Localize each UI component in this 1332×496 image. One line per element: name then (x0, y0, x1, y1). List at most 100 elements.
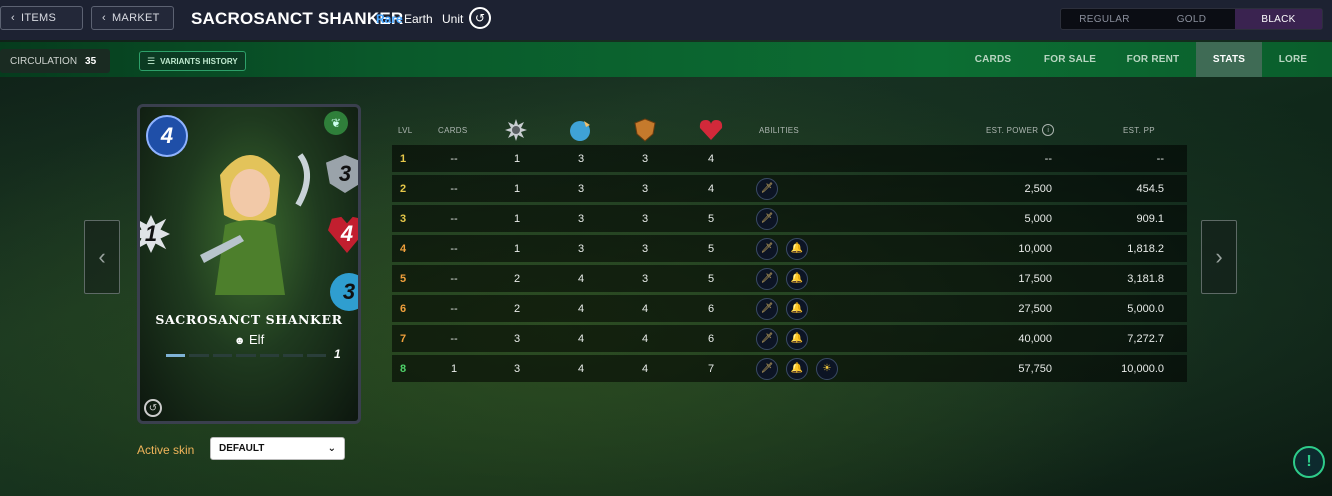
health-icon (698, 118, 724, 142)
tribe-label: Elf (249, 332, 265, 347)
unit-icon: ↺ (144, 399, 162, 417)
level-cell: 7 (400, 332, 407, 345)
armor-cell: 3 (641, 152, 649, 165)
items-back-label: ITEMS (20, 12, 57, 24)
dagger-ability-icon[interactable]: 🗡 (756, 327, 778, 350)
dagger-ability-icon[interactable]: 🗡 (756, 207, 778, 230)
chevron-down-icon: ⌄ (327, 443, 336, 454)
level-cell: 3 (400, 212, 407, 225)
chevron-right-icon: › (1215, 244, 1223, 269)
est-pp-cell: 10,000.0 (1121, 362, 1164, 375)
armor-stat: 3 (326, 155, 358, 193)
abilities-cell: 🗡 🔔 ☀ (756, 355, 886, 382)
dagger-ability-icon[interactable]: 🗡 (756, 357, 778, 380)
card-name: SACROSANCT SHANKER (155, 312, 343, 327)
armor-cell: 4 (641, 302, 649, 315)
health-cell: 4 (707, 152, 715, 165)
abilities-cell: 🗡 (756, 205, 886, 232)
active-skin-select[interactable]: DEFAULT ⌄ (210, 437, 345, 460)
speed-cell: 3 (577, 212, 585, 225)
abilities-cell: 🗡 🔔 (756, 235, 886, 262)
est-power-cell: 17,500 (1018, 272, 1052, 285)
level-cell: 5 (400, 272, 407, 285)
foil-regular[interactable]: REGULAR (1061, 9, 1148, 29)
speed-stat: 3 (330, 273, 358, 311)
circulation-badge: CIRCULATION 35 (0, 49, 110, 73)
card-image: 4 ❦ 3 1 4 3 SACROSANCT SHANKER ☻ Elf 1 ↺ (137, 104, 361, 424)
level-cell: 6 (400, 302, 407, 315)
variants-history-button[interactable]: ☰ VARIANTS HISTORY (139, 51, 246, 71)
speed-cell: 4 (577, 272, 585, 285)
melee-attack-stat: 1 (140, 215, 170, 253)
health-cell: 5 (707, 242, 715, 255)
health-cell: 7 (707, 362, 715, 375)
cards-cell: -- (450, 152, 458, 165)
bell-ability-icon[interactable]: 🔔 (786, 327, 808, 350)
est-power-cell: 40,000 (1018, 332, 1052, 345)
next-card-button[interactable]: › (1201, 220, 1237, 294)
active-skin-value: DEFAULT (219, 443, 265, 454)
dagger-ability-icon[interactable]: 🗡 (756, 297, 778, 320)
attack-cell: 2 (513, 272, 521, 285)
stats-header-row: LVL CARDS ABILITIES EST. POWER i EST. PP (392, 118, 1187, 142)
est-pp-cell: 5,000.0 (1127, 302, 1164, 315)
market-back-label: MARKET (111, 12, 160, 24)
level-progress-segment (212, 354, 233, 357)
speed-cell: 4 (577, 302, 585, 315)
est-power-cell: 57,750 (1018, 362, 1052, 375)
foil-black[interactable]: BLACK (1235, 9, 1322, 29)
list-icon: ☰ (147, 55, 156, 66)
table-row: 5 -- 2 4 3 5 17,500 3,181.8 🗡 🔔 (392, 265, 1187, 292)
est-power-cell: -- (1044, 152, 1052, 165)
foil-gold[interactable]: GOLD (1148, 9, 1235, 29)
health-stat: 4 (328, 216, 358, 253)
tab-for-rent[interactable]: FOR RENT (1117, 42, 1189, 77)
speed-cell: 3 (577, 152, 585, 165)
armor-cell: 3 (641, 182, 649, 195)
sun-ability-icon[interactable]: ☀ (816, 357, 838, 380)
earth-element-icon: ❦ (324, 111, 348, 135)
dagger-ability-icon[interactable]: 🗡 (756, 267, 778, 290)
armor-cell: 3 (641, 272, 649, 285)
attack-cell: 3 (513, 362, 521, 375)
tab-lore[interactable]: LORE (1264, 42, 1322, 77)
abilities-cell (756, 145, 886, 172)
level-progress-segment (189, 354, 209, 357)
bell-ability-icon[interactable]: 🔔 (786, 267, 808, 290)
elf-character-art (200, 153, 310, 295)
level-progress-segment (306, 354, 326, 357)
stats-table: LVL CARDS ABILITIES EST. POWER i EST. PP… (392, 118, 1187, 382)
tab-for-sale[interactable]: FOR SALE (1035, 42, 1105, 77)
level-cell: 4 (400, 242, 407, 255)
tab-stats[interactable]: STATS (1196, 42, 1262, 77)
abilities-cell: 🗡 (756, 175, 886, 202)
header-abilities: ABILITIES (759, 125, 800, 135)
attack-cell: 1 (513, 242, 521, 255)
dagger-ability-icon[interactable]: 🗡 (756, 237, 778, 260)
dagger-ability-icon[interactable]: 🗡 (756, 177, 778, 200)
bell-ability-icon[interactable]: 🔔 (786, 357, 808, 380)
market-back-button[interactable]: ‹ MARKET (91, 6, 174, 30)
header-cards: CARDS (438, 125, 468, 135)
est-pp-cell: 454.5 (1136, 182, 1164, 195)
health-cell: 4 (707, 182, 715, 195)
attack-cell: 3 (513, 332, 521, 345)
info-icon[interactable]: i (1042, 124, 1055, 136)
stats-rows: 1 -- 1 3 3 4 -- -- 2 -- 1 3 3 4 2,500 454.5 🗡 3 -- 1 3 3 5 5,00… (392, 145, 1187, 382)
items-back-button[interactable]: ‹ ITEMS (0, 6, 83, 30)
tab-cards[interactable]: CARDS (965, 42, 1021, 77)
prev-card-button[interactable]: ‹ (84, 220, 120, 294)
speed-cell: 4 (577, 362, 585, 375)
health-cell: 6 (707, 302, 715, 315)
bell-ability-icon[interactable]: 🔔 (786, 237, 808, 260)
armor-cell: 3 (641, 212, 649, 225)
table-row: 4 -- 1 3 3 5 10,000 1,818.2 🗡 🔔 (392, 235, 1187, 262)
speed-cell: 3 (577, 242, 585, 255)
health-cell: 6 (707, 332, 715, 345)
header-est-power: EST. POWER i (986, 118, 1055, 142)
armor-cell: 4 (641, 332, 649, 345)
help-button[interactable]: ! (1293, 446, 1325, 478)
bell-ability-icon[interactable]: 🔔 (786, 297, 808, 320)
card-title: SACROSANCT SHANKER (191, 9, 404, 28)
speed-cell: 3 (577, 182, 585, 195)
